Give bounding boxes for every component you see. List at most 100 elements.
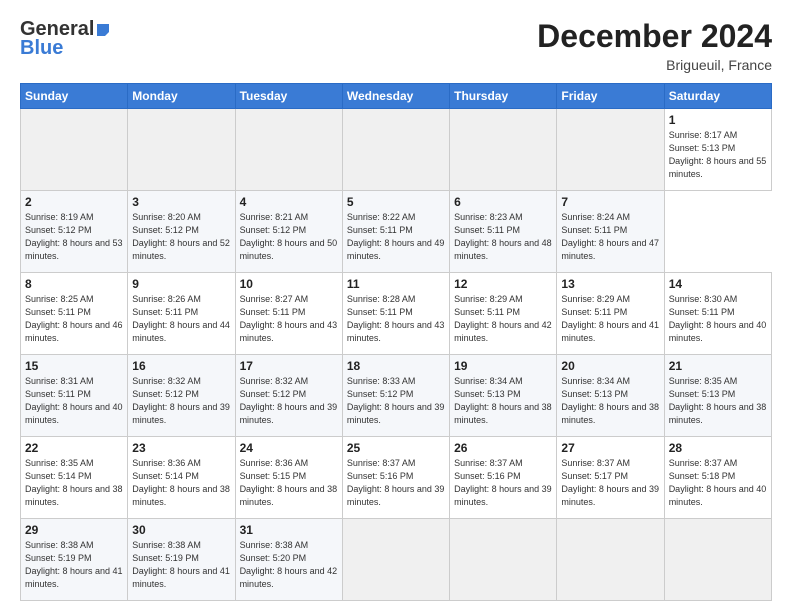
table-row: 12 Sunrise: 8:29 AMSunset: 5:11 PMDayligh… xyxy=(450,273,557,355)
empty-cell xyxy=(557,519,664,601)
day-number: 29 xyxy=(25,523,123,537)
day-info: Sunrise: 8:34 AMSunset: 5:13 PMDaylight:… xyxy=(561,375,659,427)
day-number: 12 xyxy=(454,277,552,291)
title-block: December 2024 Brigueuil, France xyxy=(537,18,772,73)
day-number: 21 xyxy=(669,359,767,373)
day-info: Sunrise: 8:36 AMSunset: 5:15 PMDaylight:… xyxy=(240,457,338,509)
day-info: Sunrise: 8:27 AMSunset: 5:11 PMDaylight:… xyxy=(240,293,338,345)
table-row: 19Sunrise: 8:34 AMSunset: 5:13 PMDayligh… xyxy=(450,355,557,437)
table-row: 7 Sunrise: 8:24 AMSunset: 5:11 PMDaylight… xyxy=(557,191,664,273)
empty-cell xyxy=(342,109,449,191)
empty-cell xyxy=(128,109,235,191)
day-info: Sunrise: 8:32 AMSunset: 5:12 PMDaylight:… xyxy=(132,375,230,427)
month-title: December 2024 xyxy=(537,18,772,55)
table-row: 3Sunrise: 8:20 AMSunset: 5:12 PMDaylight… xyxy=(128,191,235,273)
day-number: 25 xyxy=(347,441,445,455)
location: Brigueuil, France xyxy=(537,57,772,73)
day-info: Sunrise: 8:30 AMSunset: 5:11 PMDaylight:… xyxy=(669,293,767,345)
day-number: 13 xyxy=(561,277,659,291)
day-number: 7 xyxy=(561,195,659,209)
page: General Blue December 2024 Brigueuil, Fr… xyxy=(0,0,792,612)
day-info: Sunrise: 8:36 AMSunset: 5:14 PMDaylight:… xyxy=(132,457,230,509)
day-number: 11 xyxy=(347,277,445,291)
empty-cell xyxy=(664,519,771,601)
table-row: 13 Sunrise: 8:29 AMSunset: 5:11 PMDayligh… xyxy=(557,273,664,355)
col-tuesday: Tuesday xyxy=(235,84,342,109)
day-number: 8 xyxy=(25,277,123,291)
table-row: 18 Sunrise: 8:33 AMSunset: 5:12 PMDayligh… xyxy=(342,355,449,437)
day-info: Sunrise: 8:33 AMSunset: 5:12 PMDaylight:… xyxy=(347,375,445,427)
col-sunday: Sunday xyxy=(21,84,128,109)
empty-cell xyxy=(21,109,128,191)
day-info: Sunrise: 8:35 AMSunset: 5:13 PMDaylight:… xyxy=(669,375,767,427)
empty-cell xyxy=(235,109,342,191)
empty-cell xyxy=(342,519,449,601)
table-row: 17 Sunrise: 8:32 AMSunset: 5:12 PMDayligh… xyxy=(235,355,342,437)
day-info: Sunrise: 8:37 AMSunset: 5:17 PMDaylight:… xyxy=(561,457,659,509)
table-row: 8 Sunrise: 8:25 AMSunset: 5:11 PMDaylight… xyxy=(21,273,128,355)
col-thursday: Thursday xyxy=(450,84,557,109)
day-number: 18 xyxy=(347,359,445,373)
empty-cell xyxy=(450,519,557,601)
day-info: Sunrise: 8:29 AMSunset: 5:11 PMDaylight:… xyxy=(454,293,552,345)
table-row: 28Sunrise: 8:37 AMSunset: 5:18 PMDayligh… xyxy=(664,437,771,519)
logo: General Blue xyxy=(20,18,112,60)
calendar-week-row: 1Sunrise: 8:17 AMSunset: 5:13 PMDaylight… xyxy=(21,109,772,191)
table-row: 21 Sunrise: 8:35 AMSunset: 5:13 PMDayligh… xyxy=(664,355,771,437)
day-info: Sunrise: 8:37 AMSunset: 5:16 PMDaylight:… xyxy=(347,457,445,509)
day-number: 19 xyxy=(454,359,552,373)
day-info: Sunrise: 8:37 AMSunset: 5:16 PMDaylight:… xyxy=(454,457,552,509)
day-number: 14 xyxy=(669,277,767,291)
day-number: 26 xyxy=(454,441,552,455)
day-number: 10 xyxy=(240,277,338,291)
table-row: 30Sunrise: 8:38 AMSunset: 5:19 PMDayligh… xyxy=(128,519,235,601)
day-number: 23 xyxy=(132,441,230,455)
day-number: 4 xyxy=(240,195,338,209)
empty-cell xyxy=(450,109,557,191)
day-info: Sunrise: 8:32 AMSunset: 5:12 PMDaylight:… xyxy=(240,375,338,427)
logo-blue: Blue xyxy=(20,37,63,60)
day-number: 24 xyxy=(240,441,338,455)
calendar-week-row: 29Sunrise: 8:38 AMSunset: 5:19 PMDayligh… xyxy=(21,519,772,601)
day-info: Sunrise: 8:25 AMSunset: 5:11 PMDaylight:… xyxy=(25,293,123,345)
day-info: Sunrise: 8:23 AMSunset: 5:11 PMDaylight:… xyxy=(454,211,552,263)
day-number: 15 xyxy=(25,359,123,373)
table-row: 31Sunrise: 8:38 AMSunset: 5:20 PMDayligh… xyxy=(235,519,342,601)
day-info: Sunrise: 8:24 AMSunset: 5:11 PMDaylight:… xyxy=(561,211,659,263)
day-number: 30 xyxy=(132,523,230,537)
day-number: 3 xyxy=(132,195,230,209)
table-row: 4 Sunrise: 8:21 AMSunset: 5:12 PMDaylight… xyxy=(235,191,342,273)
day-number: 9 xyxy=(132,277,230,291)
table-row: 5Sunrise: 8:22 AMSunset: 5:11 PMDaylight… xyxy=(342,191,449,273)
table-row: 2Sunrise: 8:19 AMSunset: 5:12 PMDaylight… xyxy=(21,191,128,273)
calendar-week-row: 8 Sunrise: 8:25 AMSunset: 5:11 PMDaylight… xyxy=(21,273,772,355)
table-row: 20 Sunrise: 8:34 AMSunset: 5:13 PMDayligh… xyxy=(557,355,664,437)
col-monday: Monday xyxy=(128,84,235,109)
day-number: 22 xyxy=(25,441,123,455)
table-row: 29Sunrise: 8:38 AMSunset: 5:19 PMDayligh… xyxy=(21,519,128,601)
day-info: Sunrise: 8:17 AMSunset: 5:13 PMDaylight:… xyxy=(669,129,767,181)
day-info: Sunrise: 8:26 AMSunset: 5:11 PMDaylight:… xyxy=(132,293,230,345)
logo-icon xyxy=(95,22,111,38)
day-number: 17 xyxy=(240,359,338,373)
day-number: 16 xyxy=(132,359,230,373)
day-info: Sunrise: 8:21 AMSunset: 5:12 PMDaylight:… xyxy=(240,211,338,263)
table-row: 24 Sunrise: 8:36 AMSunset: 5:15 PMDayligh… xyxy=(235,437,342,519)
day-info: Sunrise: 8:37 AMSunset: 5:18 PMDaylight:… xyxy=(669,457,767,509)
day-number: 5 xyxy=(347,195,445,209)
day-number: 2 xyxy=(25,195,123,209)
table-row: 15Sunrise: 8:31 AMSunset: 5:11 PMDayligh… xyxy=(21,355,128,437)
header: General Blue December 2024 Brigueuil, Fr… xyxy=(20,18,772,73)
empty-cell xyxy=(557,109,664,191)
day-info: Sunrise: 8:28 AMSunset: 5:11 PMDaylight:… xyxy=(347,293,445,345)
table-row: 22Sunrise: 8:35 AMSunset: 5:14 PMDayligh… xyxy=(21,437,128,519)
day-number: 31 xyxy=(240,523,338,537)
day-number: 6 xyxy=(454,195,552,209)
table-row: 26 Sunrise: 8:37 AMSunset: 5:16 PMDayligh… xyxy=(450,437,557,519)
table-row: 16 Sunrise: 8:32 AMSunset: 5:12 PMDayligh… xyxy=(128,355,235,437)
day-info: Sunrise: 8:29 AMSunset: 5:11 PMDaylight:… xyxy=(561,293,659,345)
table-row: 1Sunrise: 8:17 AMSunset: 5:13 PMDaylight… xyxy=(664,109,771,191)
calendar-table: Sunday Monday Tuesday Wednesday Thursday… xyxy=(20,83,772,601)
day-number: 20 xyxy=(561,359,659,373)
table-row: 6 Sunrise: 8:23 AMSunset: 5:11 PMDaylight… xyxy=(450,191,557,273)
